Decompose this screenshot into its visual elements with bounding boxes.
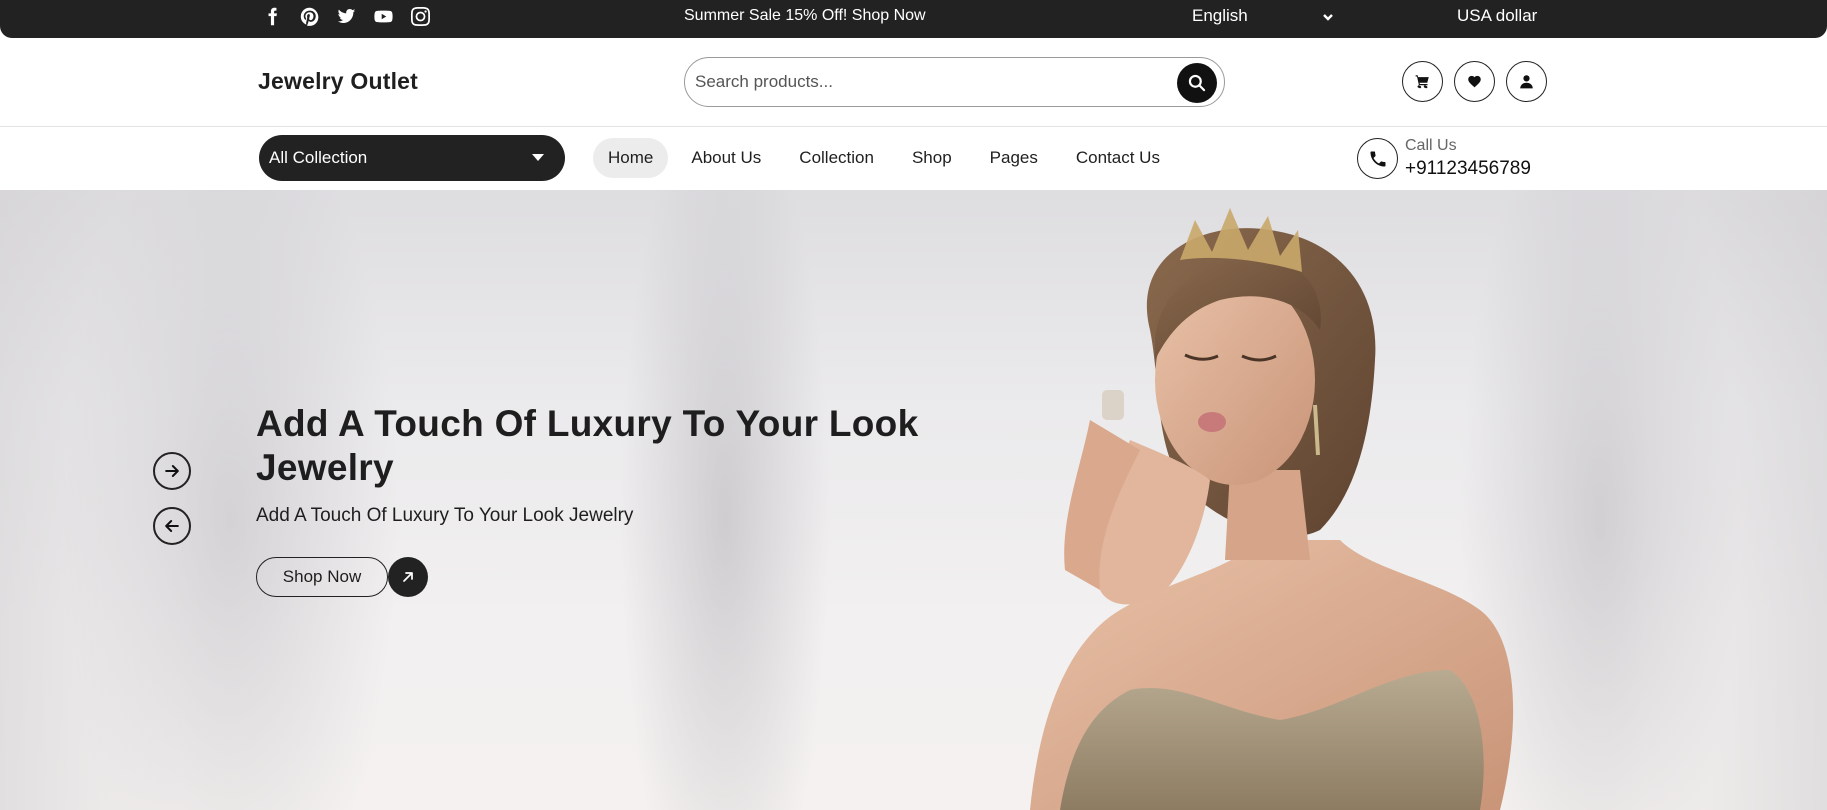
site-logo[interactable]: Jewelry Outlet: [258, 68, 418, 95]
account-button[interactable]: [1506, 61, 1547, 102]
hero-model-image: [1030, 208, 1514, 810]
twitter-icon[interactable]: [336, 6, 356, 26]
nav-item-contact-us[interactable]: Contact Us: [1061, 138, 1175, 178]
arrow-up-right-icon: [403, 572, 413, 582]
phone-icon[interactable]: [1357, 138, 1398, 179]
arrow-right-icon: [165, 465, 179, 477]
arrow-left-icon: [165, 520, 179, 532]
search-icon: [1188, 74, 1206, 92]
all-collection-label: All Collection: [269, 148, 368, 167]
search-input[interactable]: [695, 68, 1145, 96]
cart-button[interactable]: [1402, 61, 1443, 102]
heart-icon: [1468, 75, 1481, 88]
wishlist-button[interactable]: [1454, 61, 1495, 102]
hero-title: Add A Touch Of Luxury To Your Look Jewel…: [256, 403, 919, 488]
currency-select[interactable]: USA dollar: [1457, 6, 1537, 26]
nav-item-about-us[interactable]: About Us: [676, 138, 776, 178]
slider-prev-button[interactable]: [153, 507, 191, 545]
cart-icon: [1415, 75, 1429, 89]
search-bar: [684, 57, 1225, 107]
nav-item-collection[interactable]: Collection: [784, 138, 889, 178]
shop-now-arrow-button[interactable]: [388, 557, 428, 597]
user-icon: [1520, 75, 1533, 89]
shop-now-button[interactable]: Shop Now: [256, 557, 388, 597]
instagram-icon[interactable]: [410, 6, 430, 26]
main-nav: Home About Us Collection Shop Pages Cont…: [593, 138, 1183, 178]
promo-banner[interactable]: Summer Sale 15% Off! Shop Now: [684, 7, 926, 25]
caret-down-icon: [532, 154, 544, 161]
phone-number[interactable]: +91123456789: [1405, 158, 1531, 180]
social-links: [262, 0, 430, 32]
chevron-down-icon[interactable]: [1322, 10, 1334, 22]
nav-item-shop[interactable]: Shop: [897, 138, 967, 178]
hero-subtitle: Add A Touch Of Luxury To Your Look Jewel…: [256, 505, 634, 526]
search-button[interactable]: [1177, 63, 1217, 103]
top-bar: Summer Sale 15% Off! Shop Now English US…: [0, 0, 1827, 38]
facebook-icon[interactable]: [262, 6, 282, 26]
hero-banner: Add A Touch Of Luxury To Your Look Jewel…: [0, 190, 1827, 810]
all-collection-dropdown[interactable]: All Collection: [259, 135, 565, 181]
language-select[interactable]: English: [1192, 6, 1248, 26]
youtube-icon[interactable]: [373, 6, 393, 26]
header-divider: [0, 126, 1827, 127]
nav-item-pages[interactable]: Pages: [975, 138, 1053, 178]
call-us-label: Call Us: [1405, 137, 1457, 154]
nav-item-home[interactable]: Home: [593, 138, 669, 178]
slider-next-button[interactable]: [153, 452, 191, 490]
pinterest-icon[interactable]: [299, 6, 319, 26]
